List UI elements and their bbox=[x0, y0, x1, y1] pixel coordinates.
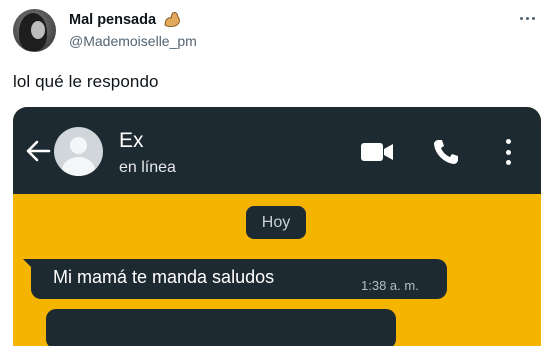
message-time: 1:38 a. m. bbox=[361, 278, 419, 293]
chat-body: Hoy Mi mamá te manda saludos 1:38 a. m. bbox=[13, 194, 541, 346]
chat-header: Ex en línea bbox=[13, 107, 541, 194]
video-call-icon[interactable] bbox=[360, 142, 394, 162]
phone-icon[interactable] bbox=[432, 138, 460, 166]
avatar-head bbox=[70, 137, 87, 154]
date-chip: Hoy bbox=[246, 206, 306, 239]
display-name-row: Mal pensada bbox=[69, 11, 182, 29]
avatar-body bbox=[62, 157, 95, 176]
tweet-text: lol qué le respondo bbox=[13, 72, 159, 91]
back-arrow-icon[interactable] bbox=[25, 139, 51, 163]
tweet-header: Mal pensada @Mademoiselle_pm bbox=[0, 0, 553, 60]
contact-status: en línea bbox=[119, 159, 176, 176]
message-bubble-partial[interactable] bbox=[46, 309, 396, 346]
flexed-biceps-icon bbox=[164, 12, 180, 27]
more-horizontal-icon[interactable] bbox=[520, 13, 540, 23]
message-text: Mi mamá te manda saludos bbox=[53, 267, 275, 287]
tweet-media-image[interactable]: Ex en línea Hoy Mi mamá te manda saludos… bbox=[13, 107, 541, 346]
contact-avatar[interactable] bbox=[54, 127, 103, 176]
more-vertical-icon[interactable] bbox=[504, 139, 512, 165]
user-avatar[interactable] bbox=[13, 9, 56, 52]
message-bubble[interactable]: Mi mamá te manda saludos 1:38 a. m. bbox=[31, 259, 447, 299]
display-name[interactable]: Mal pensada bbox=[69, 12, 156, 28]
user-handle[interactable]: @Mademoiselle_pm bbox=[69, 33, 197, 49]
avatar-face bbox=[31, 21, 45, 39]
contact-name[interactable]: Ex bbox=[119, 129, 144, 153]
